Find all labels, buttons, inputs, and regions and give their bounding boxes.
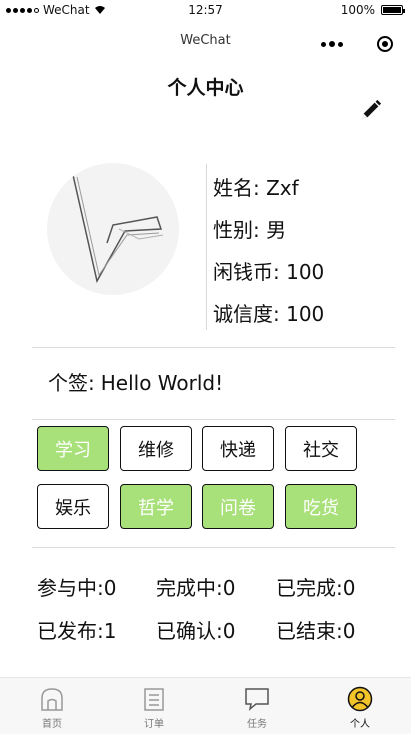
divider: [32, 547, 395, 548]
tab-tasks[interactable]: 任务: [206, 678, 308, 734]
profile-gender: 性别: 男: [213, 218, 287, 242]
status-bar: WeChat 12:57 100%: [0, 0, 411, 22]
profile-name: 姓名: Zxf: [213, 176, 299, 200]
tab-profile-label: 个人: [350, 719, 370, 730]
tab-home[interactable]: 首页: [1, 678, 103, 734]
tab-orders[interactable]: 订单: [103, 678, 205, 734]
user-icon: [347, 686, 373, 712]
tag-foodie[interactable]: 吃货: [285, 484, 357, 529]
stat-in-progress[interactable]: 完成中:0: [156, 572, 235, 601]
edit-icon[interactable]: [360, 99, 382, 121]
tag-delivery[interactable]: 快递: [202, 426, 274, 471]
tag-study[interactable]: 学习: [37, 426, 109, 471]
stat-finished[interactable]: 已结束:0: [276, 615, 355, 644]
more-icon[interactable]: [321, 41, 343, 47]
stat-participating[interactable]: 参与中:0: [37, 572, 116, 601]
tag-survey[interactable]: 问卷: [202, 484, 274, 529]
profile-divider: [206, 164, 207, 330]
tab-profile[interactable]: 个人: [309, 678, 411, 734]
home-icon: [41, 688, 63, 711]
divider: [32, 347, 395, 348]
tab-home-label: 首页: [42, 719, 62, 730]
battery-percent: 100%: [340, 3, 375, 17]
signature: 个签: Hello World!: [48, 367, 223, 396]
mini-program-capsule: [321, 31, 393, 57]
stat-completed[interactable]: 已完成:0: [276, 572, 355, 601]
navbar: WeChat: [0, 22, 411, 62]
divider: [32, 419, 395, 420]
order-icon: [144, 688, 164, 711]
avatar[interactable]: [47, 163, 179, 295]
signature-text: Hello World!: [100, 371, 224, 395]
page-title: 个人中心: [167, 77, 244, 99]
tag-entertainment[interactable]: 娱乐: [37, 484, 109, 529]
profile-coins: 闲钱币: 100: [213, 260, 325, 284]
tab-bar: 首页 订单 任务 个人: [0, 677, 411, 734]
tag-philosophy[interactable]: 哲学: [120, 484, 192, 529]
stat-confirmed[interactable]: 已确认:0: [156, 615, 235, 644]
tab-orders-label: 订单: [144, 719, 164, 730]
profile-credit: 诚信度: 100: [213, 302, 325, 326]
stat-published[interactable]: 已发布:1: [37, 615, 116, 644]
signature-label: 个签:: [48, 371, 95, 395]
chat-icon: [245, 688, 269, 711]
avatar-sketch-image: [72, 174, 164, 284]
tag-social[interactable]: 社交: [285, 426, 357, 471]
tab-tasks-label: 任务: [247, 719, 267, 730]
close-program-icon[interactable]: [377, 36, 393, 52]
battery-icon: [381, 5, 405, 15]
tag-repair[interactable]: 维修: [120, 426, 192, 471]
